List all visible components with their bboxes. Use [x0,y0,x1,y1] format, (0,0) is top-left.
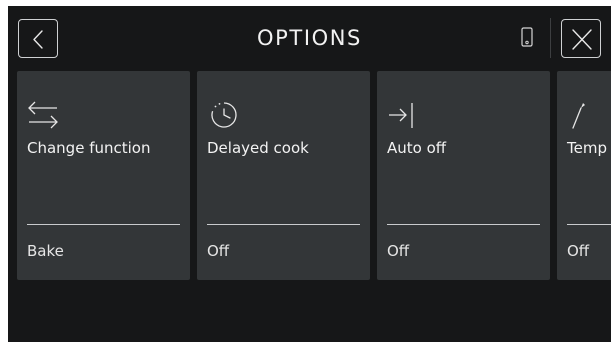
card-divider [27,224,180,225]
close-icon [572,29,592,50]
card-value: Bake [27,242,64,260]
swap-arrows-icon [28,101,58,129]
header-divider [550,18,551,58]
option-card-auto-off[interactable]: Auto off Off [377,71,550,280]
card-label: Change function [27,139,151,157]
arrow-to-bar-icon [389,103,413,128]
card-divider [387,224,540,225]
card-value: Off [387,242,410,260]
card-label: Delayed cook [207,139,309,157]
option-card-temp[interactable]: Temp Off [557,71,611,280]
delay-timer-icon [211,102,237,128]
header-bar: OPTIONS [8,6,611,70]
options-card-row: Change function Bake Delayed cook Off Au… [17,71,611,280]
card-label: Temp [567,139,607,157]
option-card-change-function[interactable]: Change function Bake [17,71,190,280]
probe-icon [572,103,585,129]
smartphone-icon[interactable] [521,27,533,47]
close-button[interactable] [561,19,601,58]
card-divider [567,224,611,225]
card-divider [207,224,360,225]
card-value: Off [207,242,230,260]
option-card-delayed-cook[interactable]: Delayed cook Off [197,71,370,280]
oven-options-screen: OPTIONS Change function Bake Delayed coo… [8,6,611,342]
card-label: Auto off [387,139,447,157]
card-value: Off [567,242,590,260]
